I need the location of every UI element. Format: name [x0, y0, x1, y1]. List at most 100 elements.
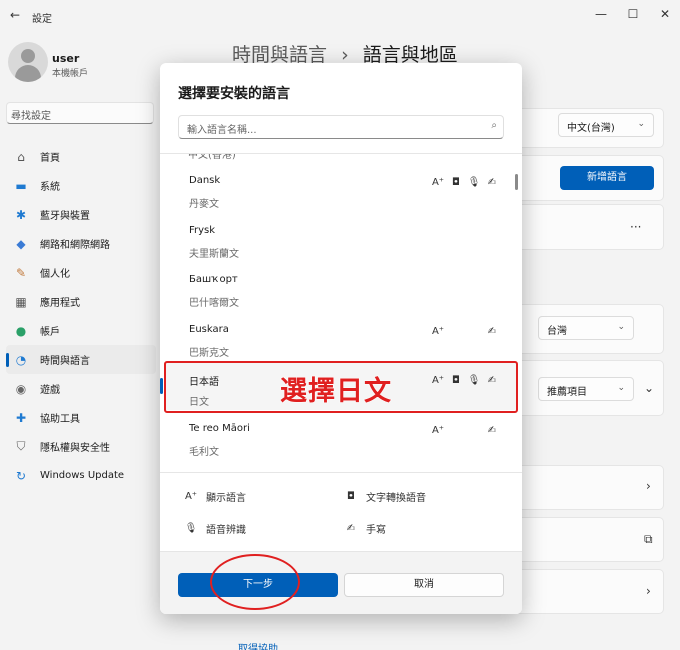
handwriting-icon: ✍ [346, 523, 356, 534]
language-list-item[interactable]: Te reo Māori 毛利文 A⁺ ✍ [165, 412, 517, 460]
microphone-icon: 🎙 [467, 177, 481, 188]
text-to-speech-icon: ◘ [452, 177, 460, 188]
language-native-name: 巴斯克文 [189, 347, 229, 359]
sidebar-item-label: 協助工具 [40, 414, 80, 425]
microphone-icon: 🎙 [184, 523, 198, 534]
bluetooth-icon: ✱ [15, 207, 27, 222]
language-native-name: 毛利文 [189, 447, 219, 458]
user-avatar-icon [8, 42, 48, 82]
sidebar-item-label: 應用程式 [40, 298, 80, 309]
display-language-icon: A⁺ [431, 325, 445, 337]
display-language-icon: A⁺ [431, 177, 445, 188]
display-language-select[interactable]: 中文(台灣) ⌄ [558, 113, 654, 137]
language-name: Башҡорт [189, 274, 238, 286]
sidebar-item-2[interactable]: ✱ 藍牙與裝置 [6, 200, 156, 229]
cancel-button[interactable]: 取消 [344, 573, 504, 597]
chevron-down-icon: ⌄ [637, 119, 645, 129]
account-type: 本機帳戶 [52, 69, 89, 79]
sidebar-item-label: 首頁 [40, 153, 60, 164]
language-list[interactable]: 中文(香港) Dansk 丹麥文 A⁺ ◘ 🎙 ✍ Frysk 夫里斯蘭文 Башҡорт 巴什喀… [160, 153, 522, 471]
sidebar-item-9[interactable]: ✚ 協助工具 [6, 403, 156, 432]
close-button[interactable]: ✕ [650, 4, 680, 24]
language-list-item[interactable]: Euskara 巴斯克文 A⁺ ✍ [165, 313, 517, 361]
regional-format-value: 推薦項目 [547, 387, 587, 398]
apps-icon: ▦ [15, 294, 27, 309]
home-icon: ⌂ [17, 149, 25, 164]
gamepad-icon: ◉ [15, 381, 27, 396]
chevron-down-icon: ⌄ [617, 322, 625, 332]
language-search-input[interactable]: 輸入語言名稱... ⌕ [178, 115, 504, 139]
monitor-icon: ▬ [15, 178, 27, 193]
update-icon: ↻ [15, 468, 27, 483]
sidebar-item-label: 隱私權與安全性 [40, 443, 110, 454]
sidebar-item-4[interactable]: ✎ 個人化 [6, 258, 156, 287]
sidebar-item-7[interactable]: ◔ 時間與語言 [6, 345, 156, 374]
legend-label: 顯示語言 [206, 493, 246, 504]
legend-speech-recognition: 🎙 語音辨識 [184, 521, 246, 536]
get-help-link[interactable]: 取得協助 [238, 640, 278, 650]
maximize-button[interactable]: ☐ [618, 4, 648, 24]
sidebar-item-6[interactable]: ● 帳戶 [6, 316, 156, 345]
handwriting-icon: ✍ [487, 425, 497, 436]
language-list-item[interactable]: Башҡорт 巴什喀爾文 [165, 263, 517, 311]
sidebar-item-11[interactable]: ↻ Windows Update [6, 461, 156, 490]
text-to-speech-icon: ◘ [347, 491, 355, 502]
sidebar-item-10[interactable]: ⛉ 隱私權與安全性 [6, 432, 156, 461]
back-arrow-icon[interactable]: ← [10, 8, 20, 22]
legend-text-to-speech: ◘ 文字轉換語音 [344, 489, 426, 504]
chevron-right-icon: › [646, 584, 651, 598]
annotation-select-japanese: 選擇日文 [280, 376, 392, 408]
legend-display-language: A⁺ 顯示語言 [184, 489, 246, 504]
handwriting-icon: ✍ [487, 177, 497, 188]
sidebar-item-1[interactable]: ▬ 系統 [6, 171, 156, 200]
legend-label: 手寫 [366, 525, 386, 536]
avatar[interactable] [8, 42, 48, 82]
sidebar-item-label: 個人化 [40, 269, 70, 280]
accessibility-icon: ✚ [15, 410, 27, 425]
legend-handwriting: ✍ 手寫 [344, 521, 386, 536]
more-options-icon[interactable]: ··· [630, 220, 641, 234]
chevron-down-icon: ⌄ [617, 383, 625, 393]
language-native-name: 巴什喀爾文 [189, 298, 239, 310]
language-list-item[interactable]: Dansk 丹麥文 A⁺ ◘ 🎙 ✍ [165, 164, 517, 212]
partial-list-item[interactable]: 中文(香港) [188, 154, 236, 161]
sidebar-item-0[interactable]: ⌂ 首頁 [6, 142, 156, 171]
display-language-value: 中文(台灣) [567, 123, 615, 134]
sidebar-item-3[interactable]: ◆ 網路和網際網路 [6, 229, 156, 258]
regional-format-select[interactable]: 推薦項目 ⌄ [538, 377, 634, 401]
clock-globe-icon: ◔ [15, 352, 27, 367]
dialog-title: 選擇要安裝的語言 [178, 86, 290, 102]
expand-chevron-icon[interactable]: ⌄ [644, 381, 654, 395]
sidebar-item-5[interactable]: ▦ 應用程式 [6, 287, 156, 316]
app-title: 設定 [32, 14, 52, 25]
minimize-button[interactable]: — [586, 4, 616, 24]
legend-label: 語音辨識 [206, 525, 246, 536]
user-name: user [52, 52, 80, 65]
language-list-item[interactable]: Frysk 夫里斯蘭文 [165, 214, 517, 262]
sidebar-item-8[interactable]: ◉ 遊戲 [6, 374, 156, 403]
add-language-button[interactable]: 新增語言 [560, 166, 654, 190]
sidebar-search-input[interactable]: 尋找設定 [6, 102, 154, 124]
sidebar-item-label: 網路和網際網路 [40, 240, 110, 251]
chevron-right-icon: › [646, 479, 651, 493]
external-link-icon: ⧉ [644, 532, 653, 546]
language-name: Te reo Māori [189, 423, 250, 434]
sidebar-nav: ⌂ 首頁 ▬ 系統 ✱ 藍牙與裝置 ◆ 網路和網際網路 ✎ 個人化 ▦ 應用程式 ● 帳戶 ◔ 時間與語言 ◉ 遊… [6, 142, 156, 490]
sidebar-item-label: 遊戲 [40, 385, 60, 396]
sidebar-item-label: 帳戶 [40, 327, 60, 338]
sidebar-item-label: Windows Update [40, 470, 125, 481]
sidebar-item-label: 時間與語言 [40, 356, 90, 367]
highlight-circle [210, 554, 300, 610]
region-select[interactable]: 台灣 ⌄ [538, 316, 634, 340]
brush-icon: ✎ [15, 265, 27, 280]
language-native-name: 夫里斯蘭文 [189, 248, 239, 260]
language-name: Frysk [189, 224, 216, 236]
sidebar-item-label: 藍牙與裝置 [40, 211, 90, 222]
sidebar-item-label: 系統 [40, 182, 60, 193]
language-name: Euskara [189, 323, 229, 335]
language-search-placeholder: 輸入語言名稱... [187, 125, 257, 136]
shield-icon: ⛉ [16, 439, 26, 453]
handwriting-icon: ✍ [487, 325, 497, 337]
region-value: 台灣 [547, 326, 567, 337]
legend-label: 文字轉換語音 [366, 493, 426, 504]
